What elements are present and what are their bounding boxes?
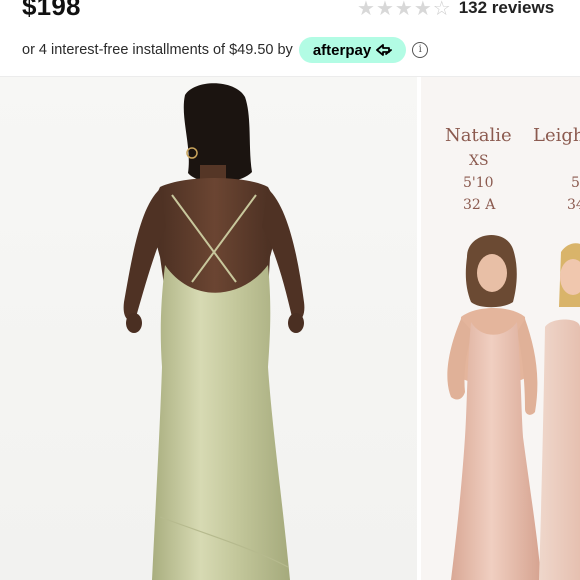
installments-text: or 4 interest-free installments of $49.5… [22,42,293,58]
bridesmaids-illustration [447,235,580,580]
afterpay-arrows-icon [376,44,393,56]
star-empty-icon: ☆ [432,0,451,20]
info-icon[interactable]: i [412,42,429,58]
product-image-main[interactable] [0,77,417,580]
star-filled-icon: ★ [413,0,432,20]
image-gallery[interactable]: Natalie Leigh XS 5'10 32 A 5' 34 [0,77,580,580]
model-back-view-illustration [123,83,305,580]
product-image-secondary[interactable]: Natalie Leigh XS 5'10 32 A 5' 34 [421,77,580,580]
reviews-link[interactable]: 132 reviews [459,0,554,18]
star-filled-icon: ★ [394,0,413,20]
star-rating: ★ ★ ★ ★ ☆ [357,0,451,18]
star-filled-icon: ★ [357,0,375,20]
installments-row: or 4 interest-free installments of $49.5… [22,36,429,64]
price: $198 [22,0,81,21]
afterpay-badge[interactable]: afterpay [298,37,407,63]
rating[interactable]: ★ ★ ★ ★ ☆ 132 reviews [357,0,554,18]
afterpay-logo-text: afterpay [312,41,372,59]
star-filled-icon: ★ [375,0,394,20]
